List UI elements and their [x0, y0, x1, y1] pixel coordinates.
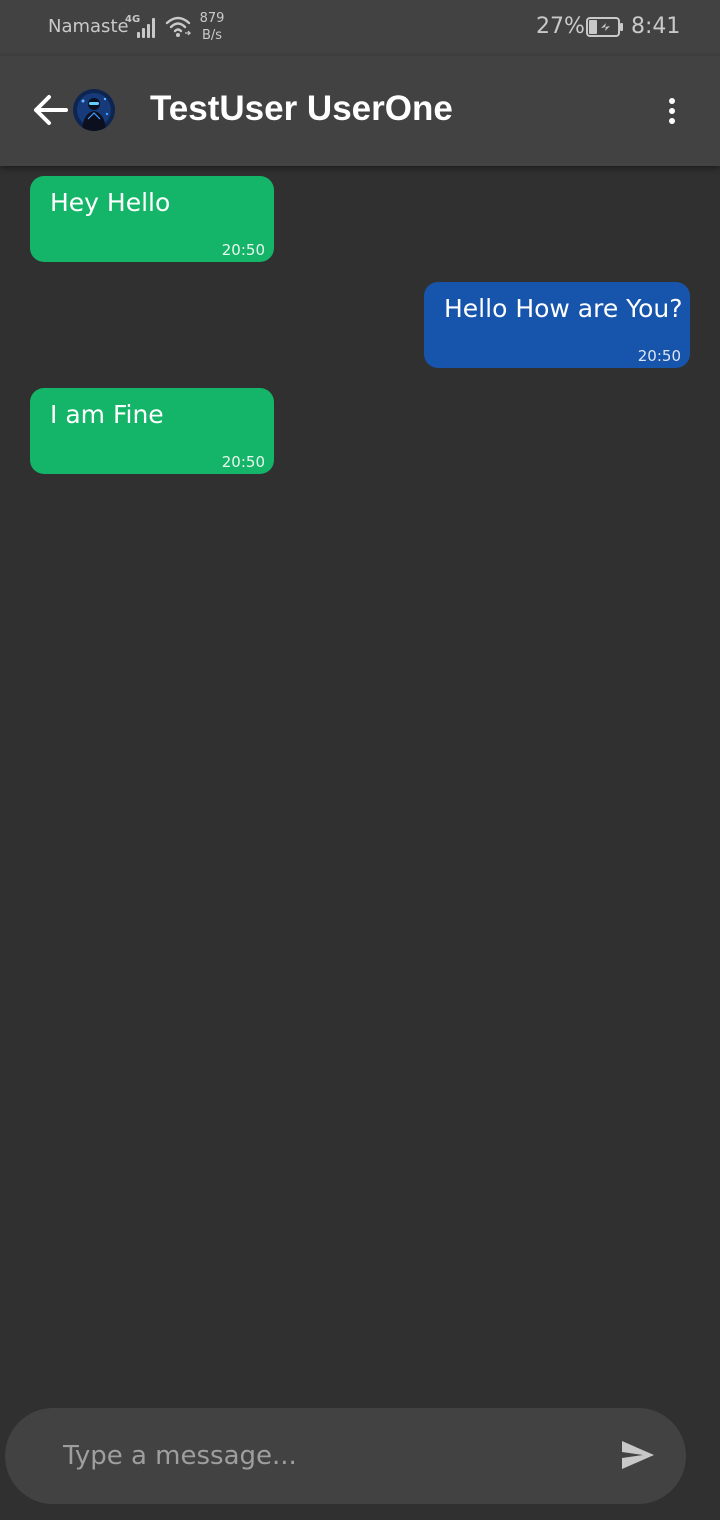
message-bubble-incoming[interactable]: I am Fine 20:50 — [30, 388, 274, 474]
message-composer — [5, 1408, 686, 1504]
status-bar: Namaste 4G 879 B/s 27% 8:41 — [0, 0, 720, 56]
chat-header: TestUser UserOne — [0, 56, 720, 166]
battery-percent: 27% — [536, 14, 585, 39]
contact-name[interactable]: TestUser UserOne — [150, 89, 453, 129]
message-text: I am Fine — [50, 400, 164, 429]
network-speed: 879 B/s — [199, 10, 225, 44]
message-bubble-outgoing[interactable]: Hello How are You? 20:50 — [424, 282, 690, 368]
more-vertical-icon[interactable] — [660, 94, 684, 128]
chat-screen: Namaste 4G 879 B/s 27% 8:41 TestUser Use… — [0, 0, 720, 1520]
wifi-icon — [165, 16, 191, 37]
message-time: 20:50 — [221, 453, 265, 471]
message-input[interactable] — [63, 1432, 603, 1480]
message-time: 20:50 — [637, 347, 681, 365]
message-text: Hello How are You? — [444, 294, 683, 323]
clock: 8:41 — [631, 14, 681, 39]
arrow-left-icon[interactable] — [30, 90, 70, 130]
network-speed-unit: B/s — [201, 28, 223, 43]
send-icon[interactable] — [621, 1440, 655, 1470]
network-speed-value: 879 — [199, 11, 225, 26]
message-time: 20:50 — [221, 241, 265, 259]
message-list[interactable]: Hey Hello 20:50 Hello How are You? 20:50… — [0, 166, 720, 1396]
carrier-name: Namaste — [48, 16, 129, 37]
signal-icon — [137, 16, 159, 38]
message-bubble-incoming[interactable]: Hey Hello 20:50 — [30, 176, 274, 262]
message-text: Hey Hello — [50, 188, 171, 217]
avatar[interactable] — [73, 89, 115, 131]
battery-charging-icon — [586, 17, 623, 37]
